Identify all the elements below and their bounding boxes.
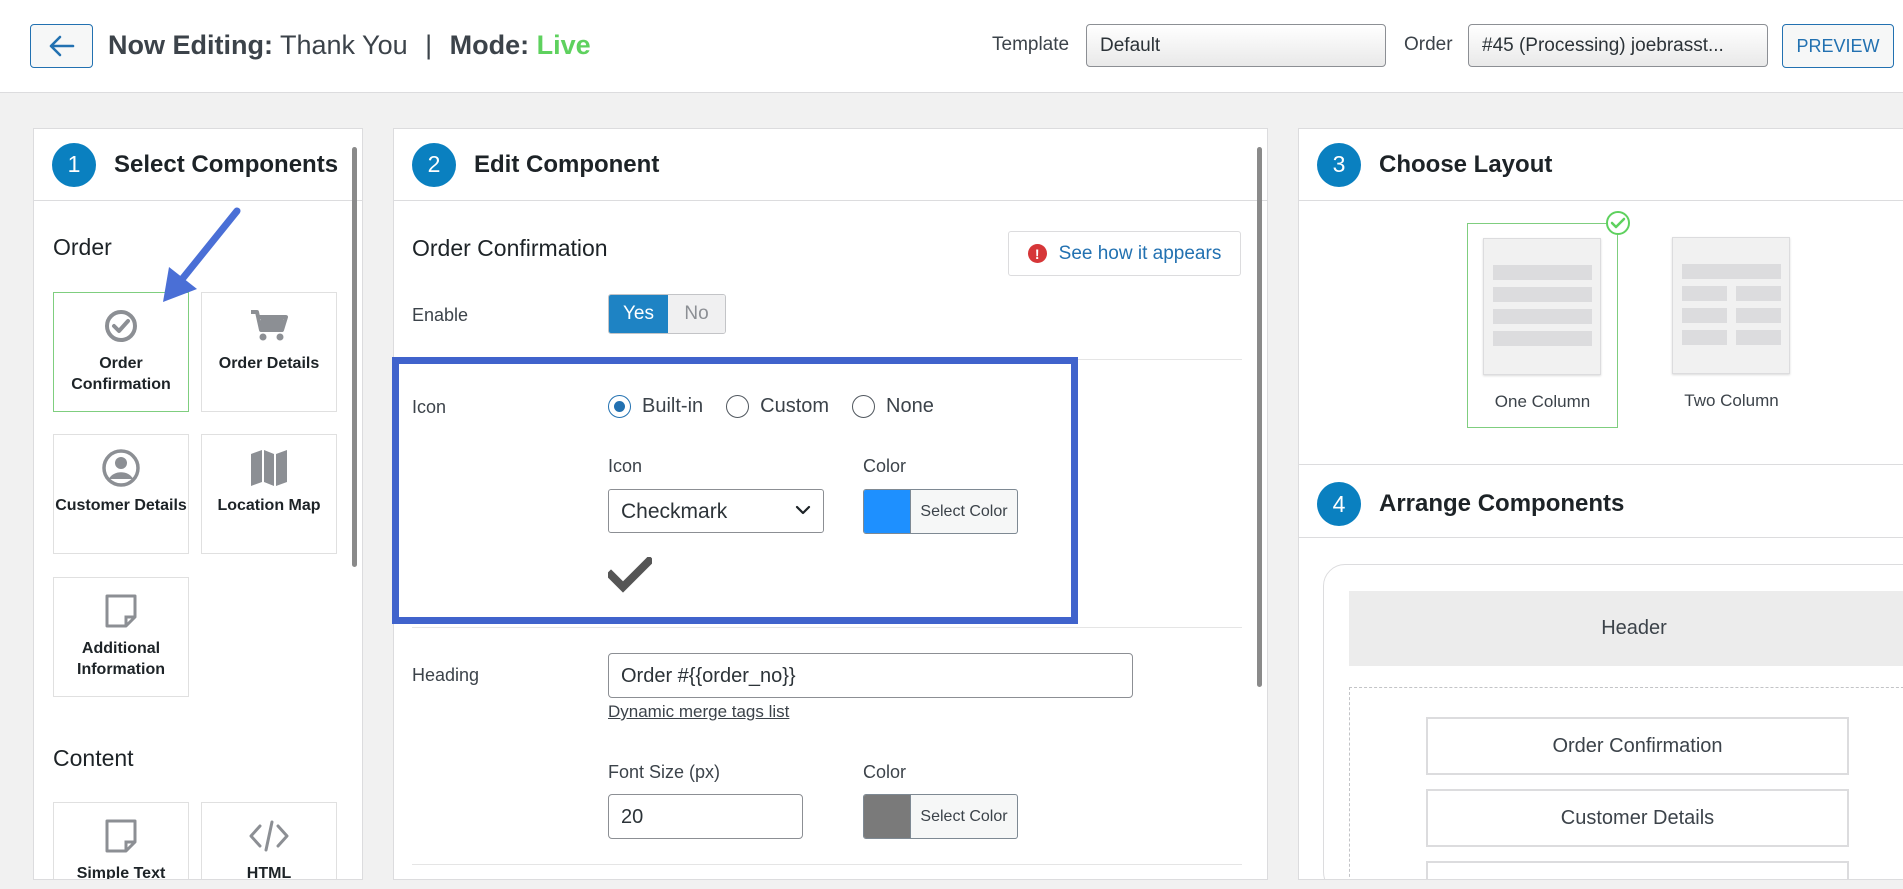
see-how-label: See how it appears — [1058, 242, 1222, 264]
enable-label: Enable — [412, 305, 469, 325]
arrange-item-customer-details[interactable]: Customer Details — [1426, 789, 1849, 847]
edit-component-header: 2 Edit Component — [394, 129, 1267, 201]
step-2-badge: 2 — [412, 142, 456, 187]
map-icon — [249, 448, 289, 488]
component-simple-text[interactable]: Simple Text — [53, 802, 189, 880]
heading-color-swatch — [864, 795, 910, 838]
back-button[interactable] — [30, 24, 93, 68]
font-size-label: Font Size (px) — [608, 762, 721, 782]
one-column-thumbnail — [1483, 238, 1601, 375]
arrange-item-next[interactable] — [1426, 861, 1849, 879]
heading-color-picker[interactable]: Select Color — [863, 794, 1018, 839]
component-customer-details[interactable]: Customer Details — [53, 434, 189, 554]
select-components-header: 1 Select Components — [34, 129, 362, 201]
choose-layout-title: Choose Layout — [1379, 150, 1553, 178]
component-label: Location Map — [217, 497, 321, 514]
component-additional-information[interactable]: Additional Information — [53, 577, 189, 697]
select-components-title: Select Components — [114, 150, 339, 178]
step-4-badge: 4 — [1317, 482, 1361, 526]
title-separator: | — [425, 30, 433, 60]
template-label: Template — [992, 34, 1070, 55]
check-circle-icon — [1606, 211, 1630, 235]
top-bar: Now Editing: Thank You | Mode: Live Temp… — [0, 0, 1903, 93]
code-icon — [248, 816, 290, 856]
highlight-box — [392, 357, 1078, 624]
see-how-it-appears-button[interactable]: ! See how it appears — [1008, 231, 1241, 276]
annotation-arrow-icon — [163, 207, 241, 302]
order-select[interactable]: #45 (Processing) joebrasst... — [1468, 24, 1768, 67]
component-label: Order Details — [218, 355, 320, 372]
component-label: HTML — [246, 865, 292, 880]
now-editing-label: Now Editing: — [108, 30, 273, 60]
component-title: Order Confirmation — [412, 235, 608, 261]
preview-button[interactable]: PREVIEW — [1782, 24, 1894, 68]
check-circle-icon — [103, 306, 139, 346]
component-label: Additional Information — [77, 640, 165, 678]
divider — [412, 627, 1242, 628]
arrange-header-block[interactable]: Header — [1349, 591, 1903, 666]
layout-label: One Column — [1494, 392, 1591, 411]
component-label: Customer Details — [55, 497, 187, 514]
font-size-input[interactable]: 20 — [608, 794, 803, 839]
user-circle-icon — [101, 448, 141, 488]
mode-value: Live — [536, 30, 591, 60]
order-section-label: Order — [53, 234, 112, 260]
cart-icon — [249, 306, 289, 346]
mode-label: Mode: — [449, 30, 530, 60]
enable-no-option[interactable]: No — [668, 295, 725, 333]
order-label: Order — [1404, 34, 1453, 55]
component-html[interactable]: HTML — [201, 802, 337, 880]
heading-color-label: Color — [863, 762, 907, 782]
exclamation-icon: ! — [1027, 244, 1047, 263]
panel-2-scrollbar[interactable] — [1257, 147, 1262, 687]
component-order-confirmation[interactable]: Order Confirmation — [53, 292, 189, 412]
select-color-label: Select Color — [910, 795, 1017, 838]
page-title: Now Editing: Thank You | Mode: Live — [108, 30, 591, 61]
arrange-dropzone — [1349, 687, 1903, 879]
content-section-label: Content — [53, 745, 134, 771]
panel-1-scrollbar[interactable] — [352, 147, 357, 567]
note-icon — [104, 591, 138, 631]
heading-input[interactable]: Order #{{order_no}} — [608, 653, 1133, 698]
note-icon — [104, 816, 138, 856]
divider — [412, 864, 1242, 865]
choose-layout-header: 3 Choose Layout — [1299, 129, 1903, 201]
layout-option-two-column[interactable]: Two Column — [1657, 223, 1808, 428]
enable-yes-option[interactable]: Yes — [609, 295, 668, 333]
merge-tags-link[interactable]: Dynamic merge tags list — [608, 702, 789, 722]
edit-component-title: Edit Component — [474, 150, 660, 178]
step-3-badge: 3 — [1317, 142, 1361, 187]
arrow-left-icon — [49, 35, 74, 57]
component-label: Simple Text — [76, 865, 166, 880]
component-location-map[interactable]: Location Map — [201, 434, 337, 554]
heading-label: Heading — [412, 665, 480, 685]
divider — [1299, 537, 1903, 538]
arrange-components-title: Arrange Components — [1379, 490, 1625, 517]
page-name: Thank You — [279, 30, 408, 60]
arrange-item-order-confirmation[interactable]: Order Confirmation — [1426, 717, 1849, 775]
layout-option-one-column[interactable]: One Column — [1467, 223, 1618, 428]
component-label: Order Confirmation — [71, 355, 171, 393]
layout-label: Two Column — [1684, 391, 1779, 410]
component-order-details[interactable]: Order Details — [201, 292, 337, 412]
template-select[interactable]: Default — [1086, 24, 1386, 67]
layout-panel: 3 Choose Layout One Column Two Column 4 — [1298, 128, 1903, 880]
arrange-components-header: 4 Arrange Components — [1317, 482, 1624, 526]
enable-toggle[interactable]: Yes No — [608, 294, 726, 334]
divider — [1299, 464, 1903, 465]
two-column-thumbnail — [1672, 237, 1790, 374]
step-1-badge: 1 — [52, 142, 96, 187]
